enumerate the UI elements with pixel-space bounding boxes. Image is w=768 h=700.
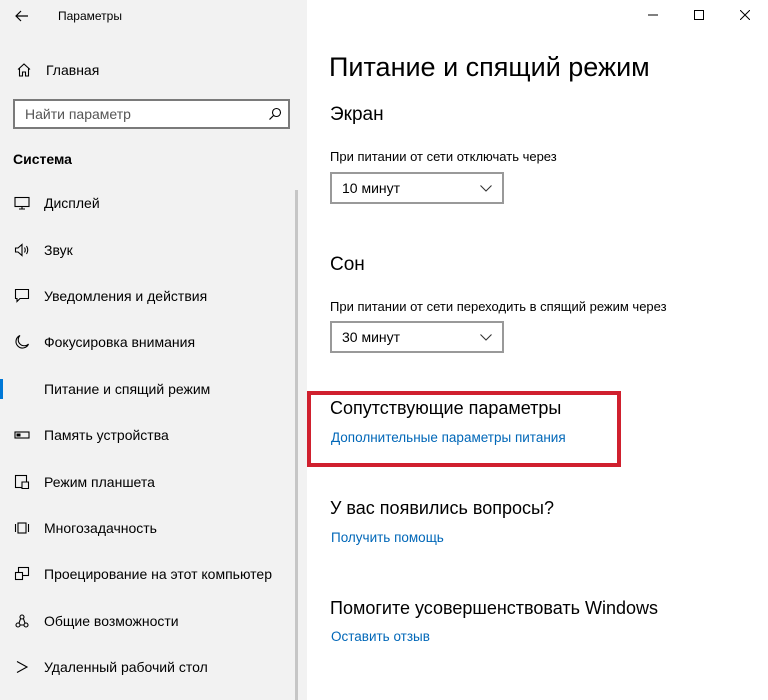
maximize-button[interactable] — [676, 0, 722, 30]
chevron-down-icon — [480, 333, 492, 341]
minimize-button[interactable] — [630, 0, 676, 30]
tablet-icon — [0, 474, 44, 490]
search-box[interactable] — [13, 99, 290, 129]
sleep-timeout-value: 30 минут — [342, 329, 401, 345]
screen-timeout-dropdown[interactable]: 10 минут — [330, 172, 504, 204]
sidebar-item-power-sleep[interactable]: Питание и спящий режим — [0, 366, 295, 412]
window-controls — [630, 0, 768, 30]
speaker-icon — [0, 242, 44, 257]
sidebar-item-label: Проецирование на этот компьютер — [44, 566, 272, 583]
sidebar-item-label: Фокусировка внимания — [44, 334, 196, 351]
close-icon — [740, 10, 750, 20]
remote-desktop-icon — [0, 659, 44, 675]
home-label: Главная — [46, 62, 100, 78]
screen-timeout-value: 10 минут — [342, 180, 401, 196]
close-button[interactable] — [722, 0, 768, 30]
search-icon[interactable] — [262, 107, 288, 121]
sidebar-item-label: Общие возможности — [44, 612, 179, 629]
sidebar-item-projecting[interactable]: Проецирование на этот компьютер — [0, 551, 295, 597]
sidebar-item-label: Звук — [44, 241, 73, 258]
main-content: Питание и спящий режим Экран При питании… — [307, 0, 768, 700]
app-title: Параметры — [58, 9, 122, 23]
sidebar-item-label: Питание и спящий режим — [44, 380, 211, 397]
storage-icon — [0, 430, 44, 440]
sidebar-item-remote-desktop[interactable]: Удаленный рабочий стол — [0, 644, 295, 690]
title-bar: Параметры — [0, 0, 307, 32]
maximize-icon — [694, 10, 704, 20]
sidebar-item-tablet-mode[interactable]: Режим планшета — [0, 458, 295, 504]
section-label: Система — [13, 151, 72, 167]
sidebar-item-notifications[interactable]: Уведомления и действия — [0, 273, 295, 319]
sidebar-item-focus-assist[interactable]: Фокусировка внимания — [0, 319, 295, 365]
sleep-heading: Сон — [330, 254, 365, 275]
sleep-timeout-label: При питании от сети переходить в спящий … — [330, 299, 667, 314]
power-icon — [0, 381, 44, 397]
back-arrow-icon — [15, 10, 28, 22]
home-nav-item[interactable]: Главная — [0, 54, 307, 86]
back-button[interactable] — [0, 0, 44, 32]
notification-icon — [0, 288, 44, 304]
home-icon — [0, 62, 46, 78]
sidebar: Параметры Главная Система Дисплей — [0, 0, 307, 700]
screen-timeout-label: При питании от сети отключать через — [330, 149, 557, 164]
sidebar-item-label: Уведомления и действия — [44, 287, 208, 304]
sidebar-item-label: Режим планшета — [44, 473, 155, 490]
get-help-link[interactable]: Получить помощь — [331, 530, 444, 545]
sidebar-item-display[interactable]: Дисплей — [0, 180, 295, 226]
improve-windows-heading: Помогите усовершенствовать Windows — [330, 598, 659, 618]
give-feedback-link[interactable]: Оставить отзыв — [331, 629, 430, 644]
related-settings-heading: Сопутствующие параметры — [330, 398, 562, 418]
sidebar-scrollbar[interactable] — [295, 190, 298, 700]
sidebar-item-label: Память устройства — [44, 427, 169, 444]
additional-power-settings-link[interactable]: Дополнительные параметры питания — [331, 430, 566, 445]
monitor-icon — [0, 196, 44, 210]
sleep-timeout-dropdown[interactable]: 30 минут — [330, 321, 504, 353]
moon-icon — [0, 334, 44, 350]
search-input[interactable] — [15, 101, 262, 127]
sidebar-item-label: Дисплей — [44, 195, 100, 212]
questions-heading: У вас появились вопросы? — [330, 498, 554, 518]
screen-heading: Экран — [330, 104, 384, 125]
shared-experiences-icon — [0, 613, 44, 629]
sidebar-item-sound[interactable]: Звук — [0, 226, 295, 272]
sidebar-item-label: Удаленный рабочий стол — [44, 659, 208, 676]
sidebar-item-label: Многозадачность — [44, 519, 157, 536]
sidebar-item-storage[interactable]: Память устройства — [0, 412, 295, 458]
multitask-icon — [0, 520, 44, 536]
minimize-icon — [648, 14, 658, 16]
projection-icon — [0, 566, 44, 582]
sidebar-item-shared-experiences[interactable]: Общие возможности — [0, 598, 295, 644]
chevron-down-icon — [480, 184, 492, 192]
sidebar-item-multitasking[interactable]: Многозадачность — [0, 505, 295, 551]
page-title: Питание и спящий режим — [329, 52, 650, 82]
nav-list: Дисплей Звук Уведомления и действия Фоку… — [0, 180, 295, 690]
